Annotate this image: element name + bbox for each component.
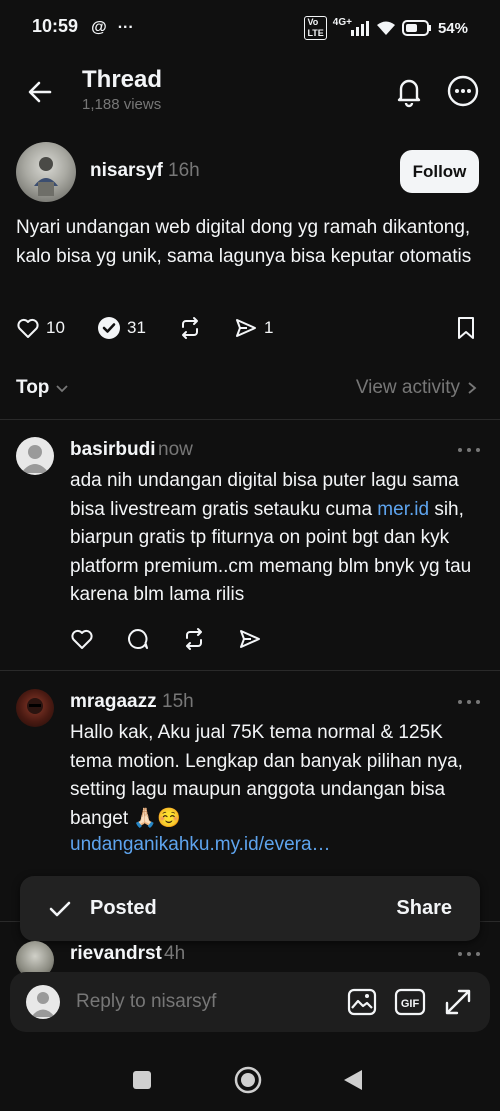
bookmark-icon[interactable]: [455, 316, 477, 340]
gif-icon[interactable]: GIF: [394, 986, 426, 1018]
back-arrow-icon[interactable]: [24, 76, 56, 108]
view-count: 1,188 views: [82, 96, 162, 113]
reply-author-name[interactable]: mragaazz: [70, 691, 157, 713]
home-button[interactable]: [234, 1066, 262, 1094]
view-activity-link[interactable]: View activity: [356, 377, 478, 399]
posted-toast: Posted Share: [20, 876, 480, 941]
reply-timestamp: 4h: [164, 943, 186, 964]
heart-icon[interactable]: [70, 627, 94, 651]
share-button[interactable]: 1: [234, 316, 273, 340]
reply-author-name[interactable]: basirbudi: [70, 439, 156, 461]
divider: [0, 419, 500, 420]
view-activity-label: View activity: [355, 377, 460, 398]
chevron-down-icon: [56, 385, 69, 393]
like-button[interactable]: 10: [16, 316, 65, 340]
repost-icon[interactable]: [182, 627, 206, 651]
reply-more-icon[interactable]: [456, 949, 482, 959]
send-icon[interactable]: [238, 627, 262, 651]
more-options-icon[interactable]: [446, 74, 480, 108]
system-back-button[interactable]: [342, 1068, 364, 1092]
status-indicators: Vo LTE 4G+ 54%: [304, 16, 468, 40]
reposted-check-icon: [98, 317, 120, 339]
recent-apps-button[interactable]: [133, 1071, 151, 1089]
repost-button[interactable]: 31: [97, 316, 146, 340]
post-timestamp: 16h: [168, 160, 200, 181]
heart-icon: [17, 318, 39, 338]
toast-share-button[interactable]: Share: [396, 897, 452, 920]
toast-message: Posted: [90, 897, 157, 919]
repost-count: 31: [127, 318, 146, 337]
like-count: 10: [46, 318, 65, 337]
post-text: Nyari undangan web digital dong yg ramah…: [16, 217, 472, 267]
divider: [0, 670, 500, 671]
reply-timestamp: 15h: [162, 691, 194, 712]
comment-icon[interactable]: [126, 627, 150, 651]
svg-text:GIF: GIF: [401, 998, 420, 1010]
signal-icon: [350, 21, 369, 36]
post-author-avatar[interactable]: [16, 142, 76, 202]
reply-composer[interactable]: Reply to nisarsyf GIF: [10, 972, 490, 1032]
sort-dropdown[interactable]: Top: [16, 377, 69, 399]
chevron-right-icon: [468, 382, 477, 394]
wifi-icon: [376, 21, 395, 35]
reply-author-name[interactable]: rievandrst: [70, 943, 162, 965]
overflow-status-icon: ···: [117, 19, 134, 36]
reply-text: ada nih undangan digital bisa puter lagu…: [70, 470, 472, 605]
reply-avatar[interactable]: [16, 689, 54, 727]
status-time: 10:59 @ ···: [32, 16, 134, 36]
reply-timestamp: now: [158, 439, 193, 460]
reply-more-icon[interactable]: [456, 697, 482, 707]
repost-icon: [182, 317, 198, 339]
reply-avatar[interactable]: [16, 437, 54, 475]
quote-button[interactable]: [178, 316, 202, 340]
reply-link[interactable]: mer.id: [377, 499, 429, 520]
battery-icon: [401, 20, 431, 36]
expand-icon[interactable]: [442, 986, 474, 1018]
follow-button[interactable]: Follow: [400, 150, 479, 193]
reply-more-icon[interactable]: [456, 445, 482, 455]
send-icon: [236, 319, 256, 337]
current-user-avatar: [26, 985, 60, 1019]
battery-level: 54%: [437, 19, 468, 37]
share-count: 1: [264, 318, 274, 337]
bell-icon[interactable]: [392, 74, 426, 108]
sort-label: Top: [16, 377, 50, 398]
threads-status-icon: @: [91, 19, 107, 36]
page-title: Thread: [82, 66, 163, 93]
reply-link[interactable]: undanganikahku.my.id/evera…: [70, 834, 331, 856]
volte-icon: Vo LTE: [304, 16, 327, 40]
reply-input[interactable]: Reply to nisarsyf: [76, 991, 346, 1013]
image-icon[interactable]: [346, 986, 378, 1018]
reply-text: Hallo kak, Aku jual 75K tema normal & 12…: [70, 722, 463, 829]
post-author-name[interactable]: nisarsyf: [90, 160, 163, 182]
checkmark-icon: [49, 901, 71, 916]
network-label: 4G+: [332, 16, 352, 28]
